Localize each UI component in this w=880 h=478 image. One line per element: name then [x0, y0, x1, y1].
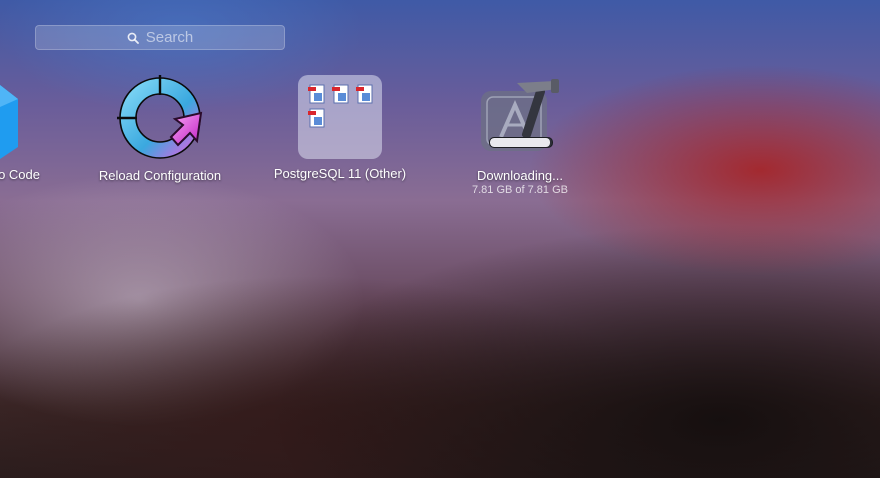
xcode-icon	[477, 75, 563, 161]
folder-postgresql[interactable]: PostgreSQL 11 (Other)	[260, 75, 420, 181]
folder-label: PostgreSQL 11 (Other)	[273, 166, 407, 181]
document-icon	[356, 84, 373, 104]
document-icon	[308, 84, 325, 104]
search-placeholder: Search	[145, 29, 194, 46]
app-label: o Code	[0, 167, 40, 182]
search-field[interactable]: Search	[35, 25, 285, 50]
reload-configuration-icon	[117, 75, 203, 161]
vscode-icon	[0, 85, 18, 159]
app-reload-configuration[interactable]: Reload Configuration	[80, 75, 240, 183]
download-status-label: Downloading...	[477, 168, 563, 183]
folder-icon	[298, 75, 382, 159]
document-icon	[308, 108, 325, 128]
download-size-label: 7.81 GB of 7.81 GB	[471, 184, 568, 196]
search-icon	[127, 32, 139, 44]
download-progress-fill	[490, 138, 550, 147]
document-icon	[332, 84, 349, 104]
app-label: Reload Configuration	[98, 168, 222, 183]
download-progress-bar	[489, 137, 553, 148]
app-xcode-downloading[interactable]: Downloading... 7.81 GB of 7.81 GB	[440, 75, 600, 196]
